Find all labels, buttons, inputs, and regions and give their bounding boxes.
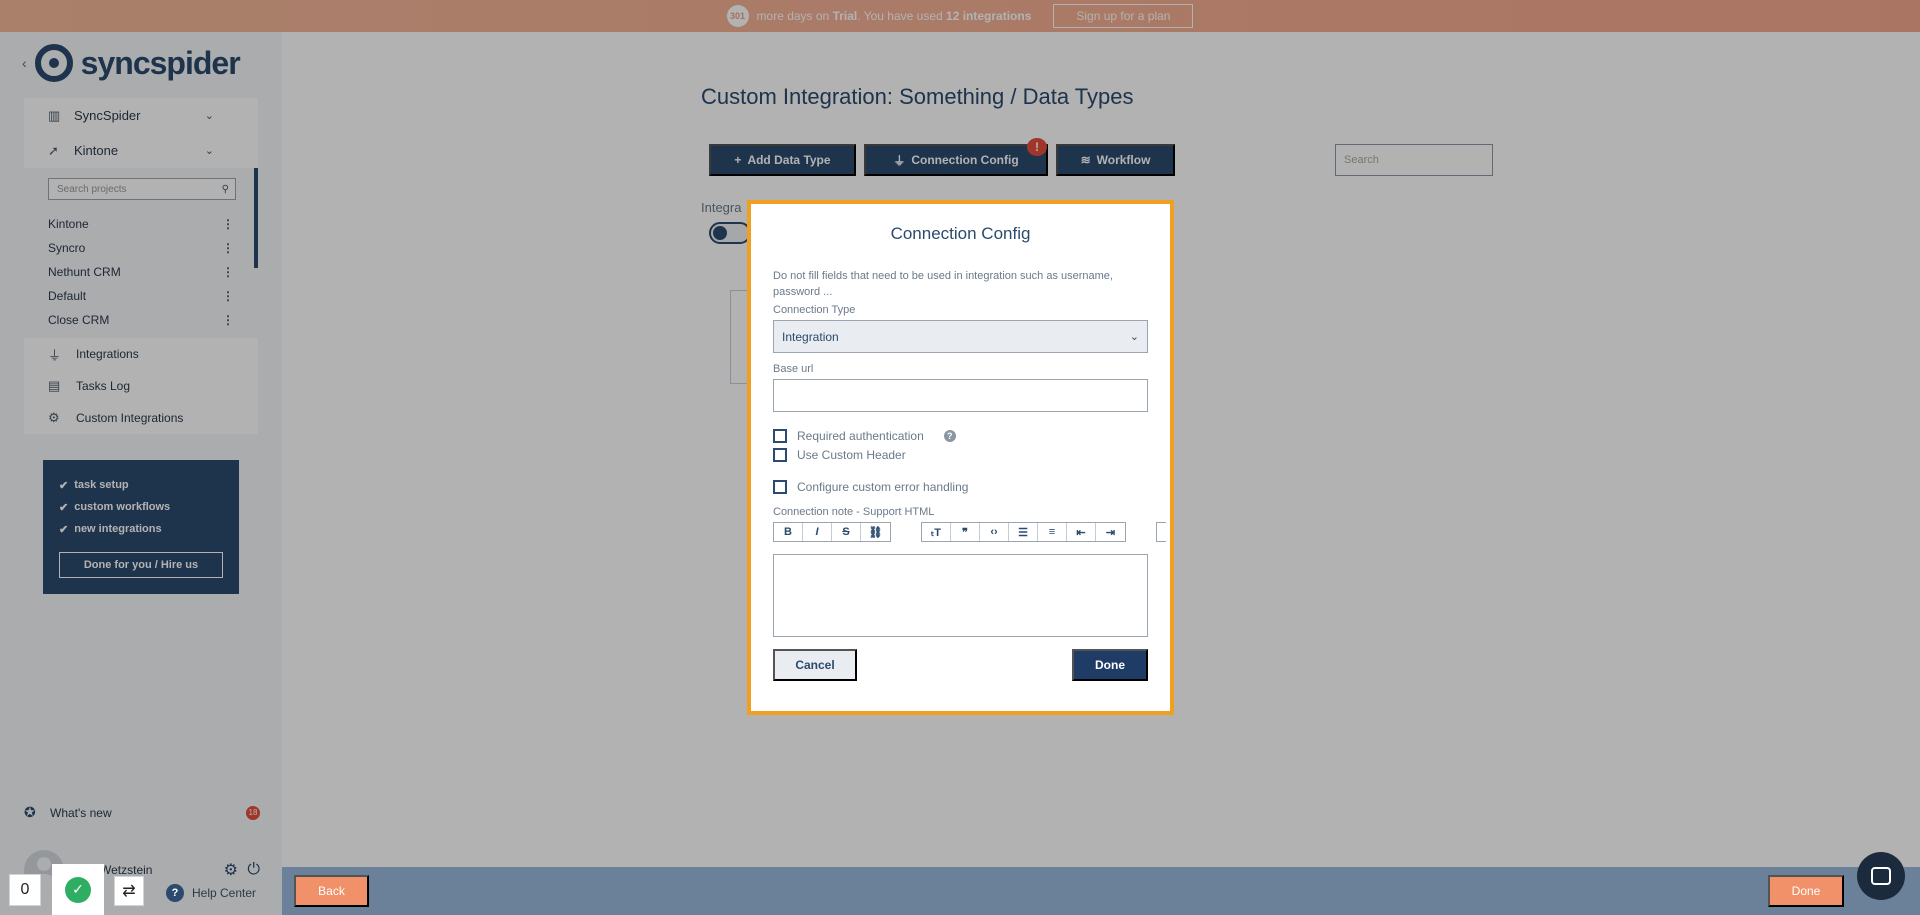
code-icon[interactable]: ‹› xyxy=(980,523,1009,541)
help-center-link[interactable]: ? Help Center xyxy=(166,884,256,902)
counter-widget[interactable]: 0 xyxy=(9,874,41,906)
error-handling-checkbox[interactable] xyxy=(773,479,787,494)
more-tools-icon[interactable] xyxy=(1157,523,1166,541)
modal-body: Connection Config Do not fill fields tha… xyxy=(751,204,1170,711)
help-icon[interactable]: ? xyxy=(943,429,956,442)
editor-toolbar: B I S ⛓ ₜT ❞ ‹› ☰ ≡ ⇤ ⇥ xyxy=(773,522,1166,542)
heading-icon[interactable]: ₜT xyxy=(922,523,951,541)
connection-type-label: Connection Type xyxy=(773,304,856,316)
connection-type-value: Integration xyxy=(782,329,839,344)
chevron-down-icon: ⌄ xyxy=(1129,331,1139,343)
bold-icon[interactable]: B xyxy=(774,523,803,541)
numbered-list-icon[interactable]: ≡ xyxy=(1038,523,1067,541)
check-circle-icon: ✓ xyxy=(65,876,91,903)
connection-note-editor[interactable] xyxy=(773,554,1148,637)
connection-type-select[interactable]: Integration ⌄ xyxy=(773,320,1148,353)
modal-footer: Cancel Done xyxy=(773,649,1148,681)
outdent-icon[interactable]: ⇤ xyxy=(1067,523,1096,541)
help-center-label: Help Center xyxy=(192,886,257,900)
format-group: B I S ⛓ xyxy=(773,522,891,542)
connection-config-modal: Connection Config Do not fill fields tha… xyxy=(747,200,1174,715)
connection-note-label: Connection note - Support HTML xyxy=(773,506,935,518)
custom-header-row: Use Custom Header xyxy=(773,445,1148,464)
custom-header-checkbox[interactable] xyxy=(773,447,787,462)
cancel-button[interactable]: Cancel xyxy=(773,649,857,681)
back-button[interactable]: Back xyxy=(294,875,369,907)
italic-icon[interactable]: I xyxy=(803,523,832,541)
required-auth-checkbox[interactable] xyxy=(773,428,787,443)
status-widget[interactable]: ✓ xyxy=(52,864,104,915)
swap-icon: ⇄ xyxy=(122,883,136,900)
bullet-list-icon[interactable]: ☰ xyxy=(1009,523,1038,541)
quote-icon[interactable]: ❞ xyxy=(951,523,980,541)
question-icon: ? xyxy=(166,884,184,902)
base-url-input[interactable] xyxy=(773,379,1148,412)
link-icon[interactable]: ⛓ xyxy=(861,523,890,541)
custom-header-label: Use Custom Header xyxy=(797,447,906,462)
required-auth-label: Required authentication xyxy=(797,428,924,443)
bottom-bar: Back Done xyxy=(282,867,1920,915)
done-button[interactable]: Done xyxy=(1768,875,1844,907)
modal-done-button[interactable]: Done xyxy=(1072,649,1148,681)
chat-icon xyxy=(1871,867,1891,885)
modal-description: Do not fill fields that need to be used … xyxy=(773,270,1113,298)
error-handling-label: Configure custom error handling xyxy=(797,479,969,494)
required-auth-row: Required authentication ? xyxy=(773,426,1148,445)
error-handling-row: Configure custom error handling xyxy=(773,477,1148,496)
block-group: ₜT ❞ ‹› ☰ ≡ ⇤ ⇥ xyxy=(921,522,1126,542)
swap-widget[interactable]: ⇄ xyxy=(114,876,144,906)
checkbox-group: Required authentication ? Use Custom Hea… xyxy=(773,426,1148,496)
strikethrough-icon[interactable]: S xyxy=(832,523,861,541)
chat-launcher[interactable] xyxy=(1857,852,1905,900)
base-url-label: Base url xyxy=(773,363,814,375)
overflow-group xyxy=(1156,522,1166,542)
indent-icon[interactable]: ⇥ xyxy=(1096,523,1125,541)
modal-title: Connection Config xyxy=(890,224,1031,243)
